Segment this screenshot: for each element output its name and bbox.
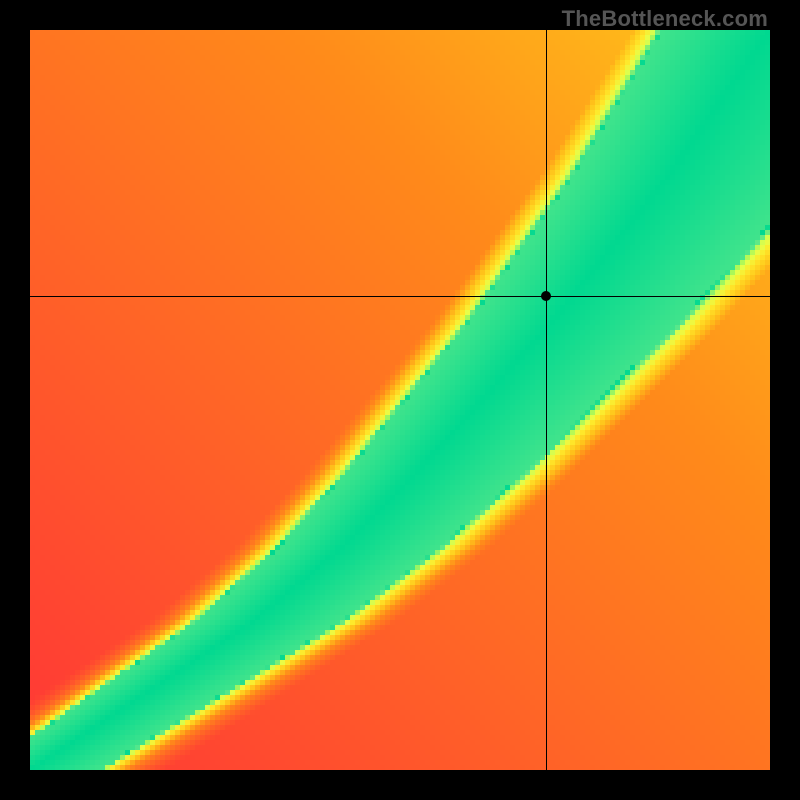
crosshair-horizontal <box>30 296 770 297</box>
heatmap-canvas <box>30 30 770 770</box>
chart-frame: TheBottleneck.com <box>0 0 800 800</box>
watermark-text: TheBottleneck.com <box>562 6 768 32</box>
heatmap-plot <box>30 30 770 770</box>
crosshair-vertical <box>546 30 547 770</box>
